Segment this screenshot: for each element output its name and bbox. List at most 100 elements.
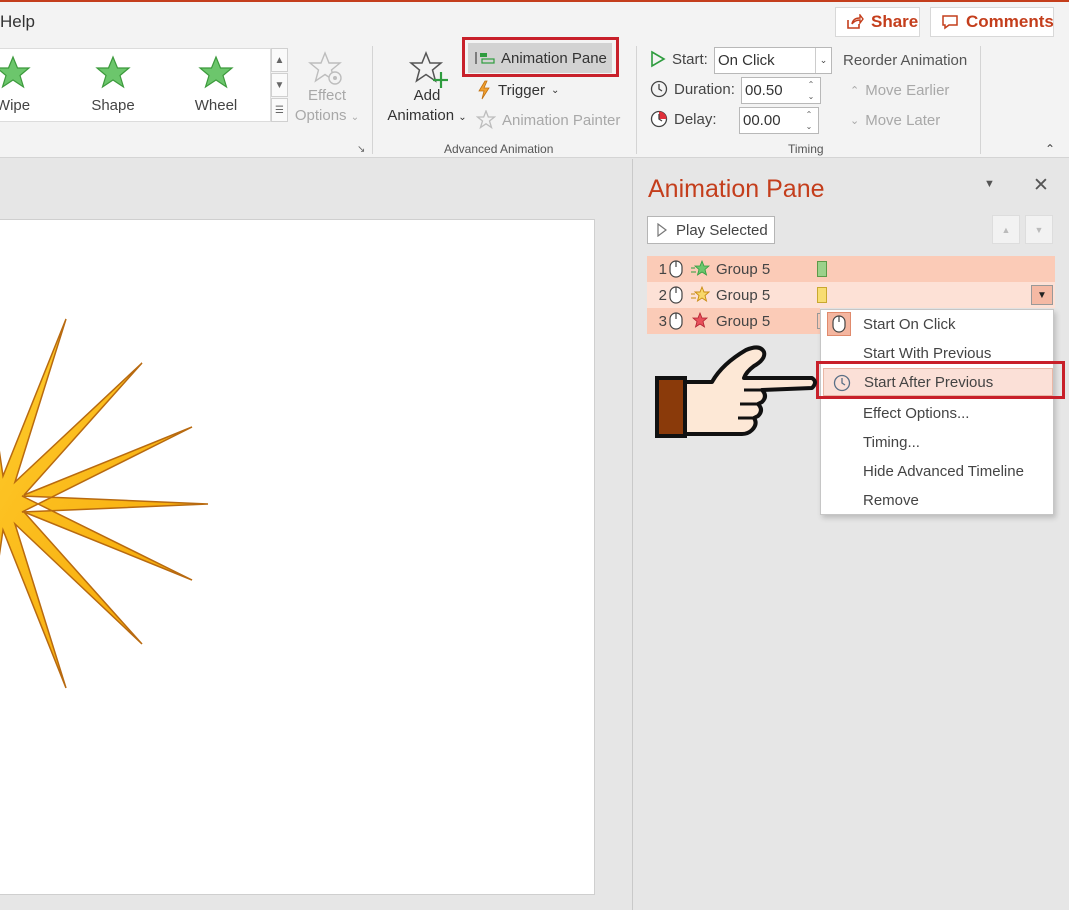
exit-effect-icon xyxy=(690,312,710,330)
delay-spinner[interactable]: ⌃ ⌄ xyxy=(800,108,818,133)
duration-spinner[interactable]: ⌃ ⌄ xyxy=(802,78,820,103)
star-icon xyxy=(176,55,256,95)
play-selected-button[interactable]: Play Selected xyxy=(647,216,775,244)
spin-down-icon: ⌄ xyxy=(805,122,813,132)
wipe-effect-icon xyxy=(690,260,710,278)
group-label-timing: Timing xyxy=(788,142,824,156)
menu-item-start-on-click[interactable]: Start On Click xyxy=(821,310,1053,338)
effect-options-label-1: Effect xyxy=(307,87,347,104)
ribbon: Help Share Comments Wipe Shape Wheel ▲ ▼… xyxy=(0,0,1069,158)
menu-item-remove[interactable]: Remove xyxy=(821,486,1053,514)
start-select[interactable]: On Click ⌄ xyxy=(714,47,832,74)
move-earlier-button[interactable]: ⌃ Move Earlier xyxy=(850,82,949,99)
row-label: Group 5 xyxy=(716,312,771,330)
context-menu: Start On Click Start With Previous Start… xyxy=(820,309,1054,515)
menu-label: Effect Options... xyxy=(863,404,970,422)
spin-down-icon: ⌄ xyxy=(807,92,815,102)
spin-up-icon: ⌃ xyxy=(805,109,813,119)
gallery-item-wipe[interactable]: Wipe xyxy=(0,55,53,114)
group-separator xyxy=(372,46,373,154)
gallery-scroll-up[interactable]: ▲ xyxy=(271,48,288,72)
animation-gallery: Wipe Shape Wheel xyxy=(0,48,271,122)
play-icon xyxy=(657,223,667,237)
chevron-up-icon: ⌃ xyxy=(850,85,860,97)
play-selected-label: Play Selected xyxy=(676,221,768,239)
animation-painter-button[interactable]: Animation Painter xyxy=(476,110,620,130)
menu-item-effect-options[interactable]: Effect Options... xyxy=(821,399,1053,427)
start-value: On Click xyxy=(718,52,775,69)
gallery-item-shape[interactable]: Shape xyxy=(73,55,153,114)
row-label: Group 5 xyxy=(716,260,771,278)
gallery-scroll-down[interactable]: ▼ xyxy=(271,73,288,97)
menu-item-hide-advanced-timeline[interactable]: Hide Advanced Timeline xyxy=(821,457,1053,485)
chevron-down-icon[interactable]: ⌄ xyxy=(815,48,831,73)
animation-row[interactable]: 1 Group 5 xyxy=(647,256,1055,282)
triangle-down-icon: ▼ xyxy=(1034,224,1044,235)
painter-star-icon xyxy=(476,110,496,130)
move-earlier-label: Move Earlier xyxy=(865,82,950,99)
start-after-previous-highlight xyxy=(816,361,1065,399)
menu-help[interactable]: Help xyxy=(0,12,35,32)
row-label: Group 5 xyxy=(716,286,771,304)
row-dropdown-button[interactable]: ▼ xyxy=(1031,285,1053,305)
move-later-label: Move Later xyxy=(865,112,941,129)
move-down-button[interactable]: ▼ xyxy=(1025,215,1053,244)
delay-input[interactable]: 00.00 ⌃ ⌄ xyxy=(739,107,819,134)
play-triangle-icon xyxy=(650,50,666,68)
trigger-button[interactable]: Trigger ⌄ xyxy=(476,80,559,100)
menu-label: Timing... xyxy=(863,433,920,451)
mouse-icon xyxy=(669,312,683,330)
gallery-label-shape: Shape xyxy=(91,97,135,114)
pointing-hand-icon xyxy=(654,344,820,445)
delay-value: 00.00 xyxy=(743,112,781,129)
spin-up-icon: ⌃ xyxy=(807,79,815,89)
effect-options-button[interactable]: Effect Options ⌄ xyxy=(292,50,362,128)
move-later-button[interactable]: ⌄ Move Later xyxy=(850,112,940,129)
animation-row[interactable]: 3 Group 5 xyxy=(647,308,822,334)
animation-row-selected[interactable]: 2 Group 5 ▼ xyxy=(647,282,1055,308)
timeline-bar[interactable] xyxy=(817,287,827,303)
animation-painter-label: Animation Painter xyxy=(502,111,621,129)
lightning-icon xyxy=(476,80,492,100)
gallery-more[interactable]: ☰ xyxy=(271,98,288,122)
animation-pane-title: Animation Pane xyxy=(648,175,825,203)
menu-item-timing[interactable]: Timing... xyxy=(821,428,1053,456)
group-separator xyxy=(636,46,637,154)
dialog-launcher-icon[interactable]: ↘ xyxy=(357,144,365,155)
triangle-up-icon: ▲ xyxy=(1001,224,1011,235)
comments-button[interactable]: Comments xyxy=(930,7,1054,37)
share-button[interactable]: Share xyxy=(835,7,920,37)
triangle-down-icon: ▼ xyxy=(1037,289,1047,301)
share-icon xyxy=(846,14,864,30)
pane-divider[interactable] xyxy=(632,159,633,910)
star-icon xyxy=(0,55,53,95)
gallery-item-wheel[interactable]: Wheel xyxy=(176,55,256,114)
menu-label: Start With Previous xyxy=(863,344,992,362)
move-up-button[interactable]: ▲ xyxy=(992,215,1020,244)
close-icon[interactable]: ✕ xyxy=(1033,174,1049,197)
row-number: 1 xyxy=(658,260,667,278)
delay-clock-icon xyxy=(650,110,668,128)
group-separator xyxy=(980,46,981,154)
chevron-down-icon: ▼ xyxy=(274,79,285,91)
row-number: 2 xyxy=(658,286,667,304)
timeline-bar[interactable] xyxy=(817,261,827,277)
delay-label: Delay: xyxy=(650,110,717,128)
slide-canvas[interactable] xyxy=(0,219,595,895)
pane-options-icon[interactable]: ▼ xyxy=(984,178,995,190)
chevron-up-icon: ▲ xyxy=(274,54,285,66)
add-animation-button[interactable]: Add Animation ⌄ xyxy=(382,50,472,128)
menu-label: Hide Advanced Timeline xyxy=(863,462,1024,480)
row-number: 3 xyxy=(658,312,667,330)
duration-label: Duration: xyxy=(650,80,735,98)
clock-icon xyxy=(650,80,668,98)
mouse-icon xyxy=(827,312,851,336)
gallery-label-wipe: Wipe xyxy=(0,97,31,114)
collapse-ribbon-icon[interactable]: ⌃ xyxy=(1045,142,1055,156)
share-label: Share xyxy=(871,12,919,31)
starburst-shape[interactable] xyxy=(0,220,595,895)
menu-label: Remove xyxy=(863,491,919,509)
duration-input[interactable]: 00.50 ⌃ ⌄ xyxy=(741,77,821,104)
animation-pane-highlight xyxy=(462,37,619,77)
comment-icon xyxy=(941,14,959,30)
